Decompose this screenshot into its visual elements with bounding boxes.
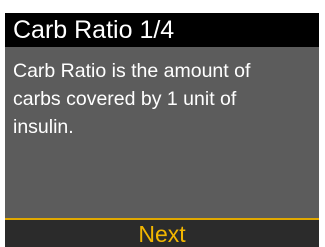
help-text: Carb Ratio is the amount of carbs covere… [13,57,313,141]
softkey-bar: Next [5,218,319,247]
help-text-line: carbs covered by 1 unit of [13,88,237,110]
help-text-line: Carb Ratio is the amount of [13,60,251,82]
next-button[interactable]: Next [5,220,319,247]
page-title: Carb Ratio 1/4 [13,16,175,44]
device-screen: Carb Ratio 1/4 Carb Ratio is the amount … [5,13,319,247]
title-bar: Carb Ratio 1/4 [5,13,319,47]
help-text-line: insulin. [13,116,74,138]
